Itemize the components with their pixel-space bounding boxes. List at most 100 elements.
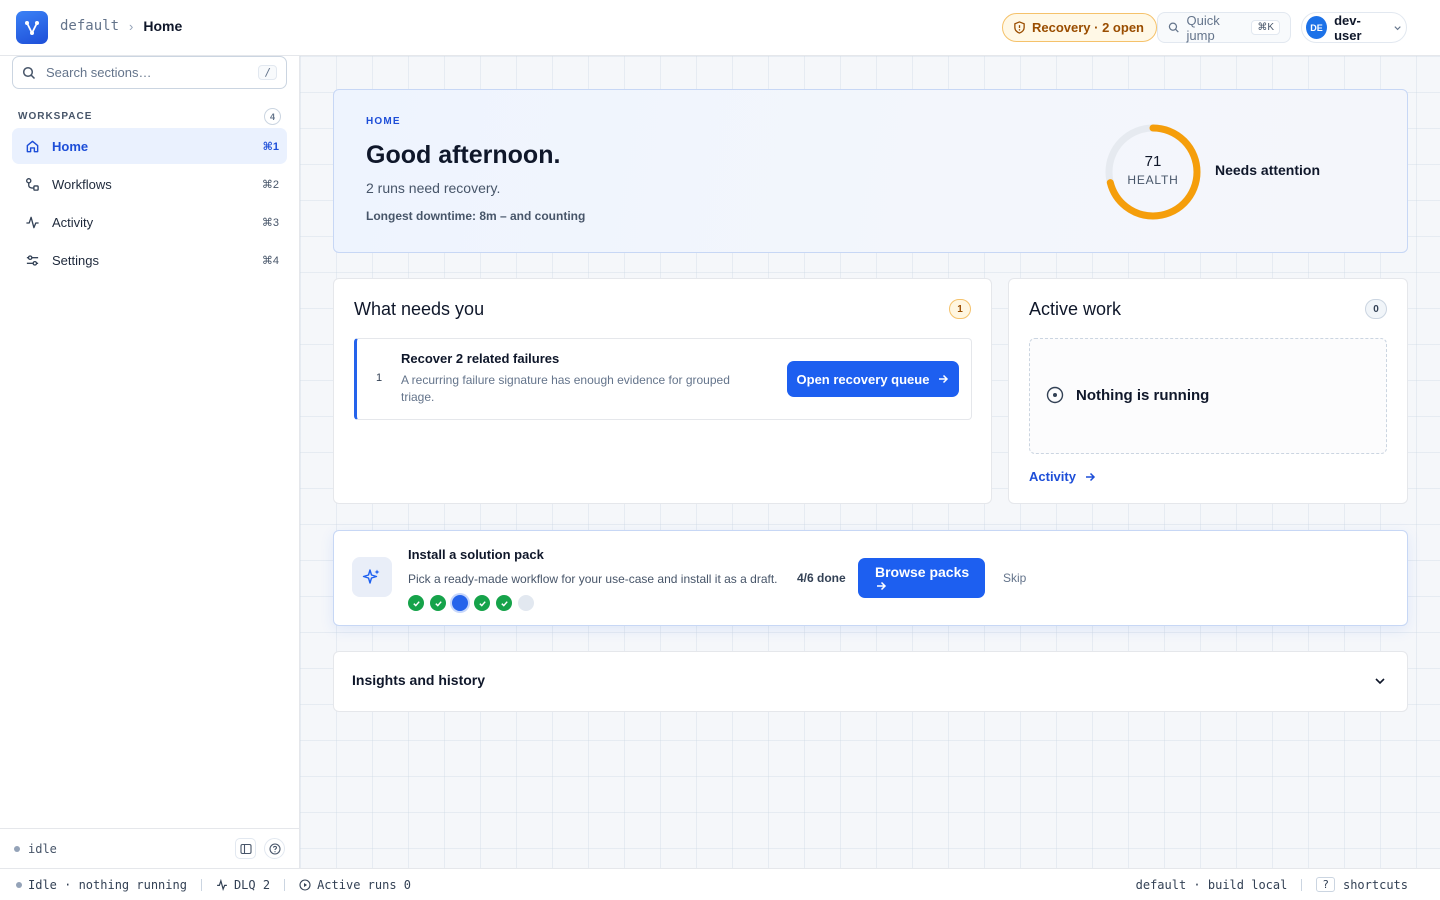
task-number: 1 [376, 372, 383, 384]
empty-state-text: Nothing is running [1076, 386, 1210, 404]
sidebar-toggle-icon [239, 843, 252, 854]
divider [1301, 878, 1303, 891]
breadcrumb-separator-icon: › [129, 18, 134, 34]
button-label: Open recovery queue [796, 371, 930, 387]
arrow-right-icon [939, 374, 949, 384]
build-info: default · build local [1135, 877, 1288, 892]
shortcuts-key[interactable]: ? [1316, 877, 1335, 892]
quick-jump-button[interactable]: Quick jump ⌘K [1157, 12, 1291, 43]
help-icon [268, 842, 281, 855]
active-runs-text: Active runs 0 [317, 877, 411, 892]
main-content: HOME Good afternoon. 2 runs need recover… [300, 56, 1440, 868]
sidebar-item-workflows[interactable]: Workflows ⌘2 [12, 166, 287, 202]
top-bar: default › Home Recovery · 2 open Quick j… [0, 0, 1440, 56]
activity-icon [217, 878, 227, 891]
health-label: HEALTH [1127, 173, 1179, 187]
sidebar-item-settings[interactable]: Settings ⌘4 [12, 242, 287, 278]
task-title: Recover 2 related failures [401, 351, 560, 366]
sidebar: / WORKSPACE 4 Home ⌘1 Workflows ⌘2 Activ… [0, 56, 300, 868]
health-gauge: 71 HEALTH [1104, 123, 1202, 221]
page-title: Good afternoon. [366, 141, 561, 169]
breadcrumb: default › Home [60, 18, 182, 34]
section-count-badge: 4 [264, 108, 281, 125]
dlq-text: DLQ 2 [233, 877, 271, 892]
button-label: Browse packs [875, 563, 970, 580]
pack-step-done [474, 595, 490, 611]
activity-link[interactable]: Activity [1029, 469, 1096, 484]
avatar: DE [1306, 16, 1328, 39]
skip-button[interactable]: Skip [1003, 571, 1026, 585]
arrow-right-icon [877, 581, 887, 590]
solution-pack-card: Install a solution pack Pick a ready-mad… [333, 530, 1408, 626]
downtime-note: Longest downtime: 8m – and counting [366, 209, 586, 223]
needs-you-card: What needs you 1 1 Recover 2 related fai… [333, 278, 992, 504]
collapse-sidebar-button[interactable] [235, 838, 256, 859]
browse-packs-button[interactable]: Browse packs [858, 558, 985, 598]
search-input[interactable] [46, 65, 246, 80]
logo-icon [25, 20, 39, 35]
workspace-section-header: WORKSPACE 4 [18, 108, 281, 125]
section-search[interactable]: / [12, 56, 287, 89]
needs-you-title: What needs you [354, 299, 485, 319]
play-circle-icon [299, 878, 311, 891]
quick-jump-shortcut: ⌘K [1251, 20, 1280, 35]
home-icon [24, 138, 40, 154]
hero-subtitle: 2 runs need recovery. [366, 180, 501, 196]
dlq-status[interactable]: DLQ 2 [216, 878, 270, 892]
search-icon [1168, 22, 1179, 33]
task-item: 1 Recover 2 related failures A recurring… [354, 338, 972, 420]
active-runs-status[interactable]: Active runs 0 [299, 878, 411, 892]
active-work-count: 0 [1365, 299, 1387, 319]
status-dot-icon [14, 845, 20, 852]
hero-card: HOME Good afternoon. 2 runs need recover… [333, 89, 1408, 253]
open-recovery-queue-button[interactable]: Open recovery queue [787, 361, 959, 397]
sidebar-status: idle [28, 841, 57, 856]
activity-link-label: Activity [1029, 469, 1076, 484]
user-name: dev-user [1334, 12, 1362, 43]
quick-jump-label: Quick jump [1186, 12, 1220, 43]
recovery-pill-label: Recovery · 2 open [1032, 20, 1144, 35]
sparkles-icon [352, 557, 392, 597]
idle-status: Idle · nothing running [0, 878, 187, 892]
health-status: Needs attention [1215, 162, 1321, 178]
arrow-right-icon [1085, 472, 1096, 481]
pack-description: Pick a ready-made workflow for your use-… [408, 572, 778, 586]
sidebar-item-label: Activity [52, 214, 94, 230]
sidebar-item-label: Home [52, 138, 89, 154]
check-icon [412, 600, 420, 607]
idle-status-text: Idle · nothing running [28, 877, 187, 892]
chevron-down-icon [1394, 25, 1401, 30]
check-icon [434, 600, 442, 607]
empty-state: Nothing is running [1029, 338, 1387, 454]
sidebar-footer: idle [0, 828, 299, 868]
active-work-card: Active work 0 Nothing is running Activit… [1008, 278, 1408, 504]
help-button[interactable] [264, 838, 285, 859]
pack-progress-steps [408, 595, 534, 611]
settings-icon [24, 252, 40, 268]
breadcrumb-workspace[interactable]: default [60, 18, 119, 34]
section-label: WORKSPACE [18, 111, 93, 122]
pack-title: Install a solution pack [408, 547, 544, 562]
app-logo[interactable] [16, 11, 48, 44]
shield-alert-icon [1014, 21, 1025, 34]
sidebar-item-shortcut: ⌘4 [261, 254, 279, 267]
pack-progress-text: 4/6 done [797, 571, 846, 585]
chevron-down-icon [1375, 678, 1385, 685]
shortcuts-label[interactable]: shortcuts [1343, 878, 1408, 892]
sidebar-item-label: Workflows [52, 176, 112, 192]
pack-step-done [430, 595, 446, 611]
insights-accordion[interactable]: Insights and history [333, 651, 1408, 712]
user-menu[interactable]: DE dev-user [1301, 12, 1407, 43]
check-icon [500, 600, 508, 607]
recovery-status-pill[interactable]: Recovery · 2 open [1002, 13, 1157, 42]
pack-step-current [452, 595, 468, 611]
sidebar-item-shortcut: ⌘3 [261, 216, 279, 229]
pack-step-todo [518, 595, 534, 611]
sidebar-item-activity[interactable]: Activity ⌘3 [12, 204, 287, 240]
sidebar-item-home[interactable]: Home ⌘1 [12, 128, 287, 164]
active-work-title: Active work [1029, 299, 1122, 319]
task-description: A recurring failure signature has enough… [401, 373, 730, 404]
search-icon [22, 66, 36, 79]
status-dot-icon [16, 881, 22, 888]
workflow-icon [24, 176, 40, 192]
